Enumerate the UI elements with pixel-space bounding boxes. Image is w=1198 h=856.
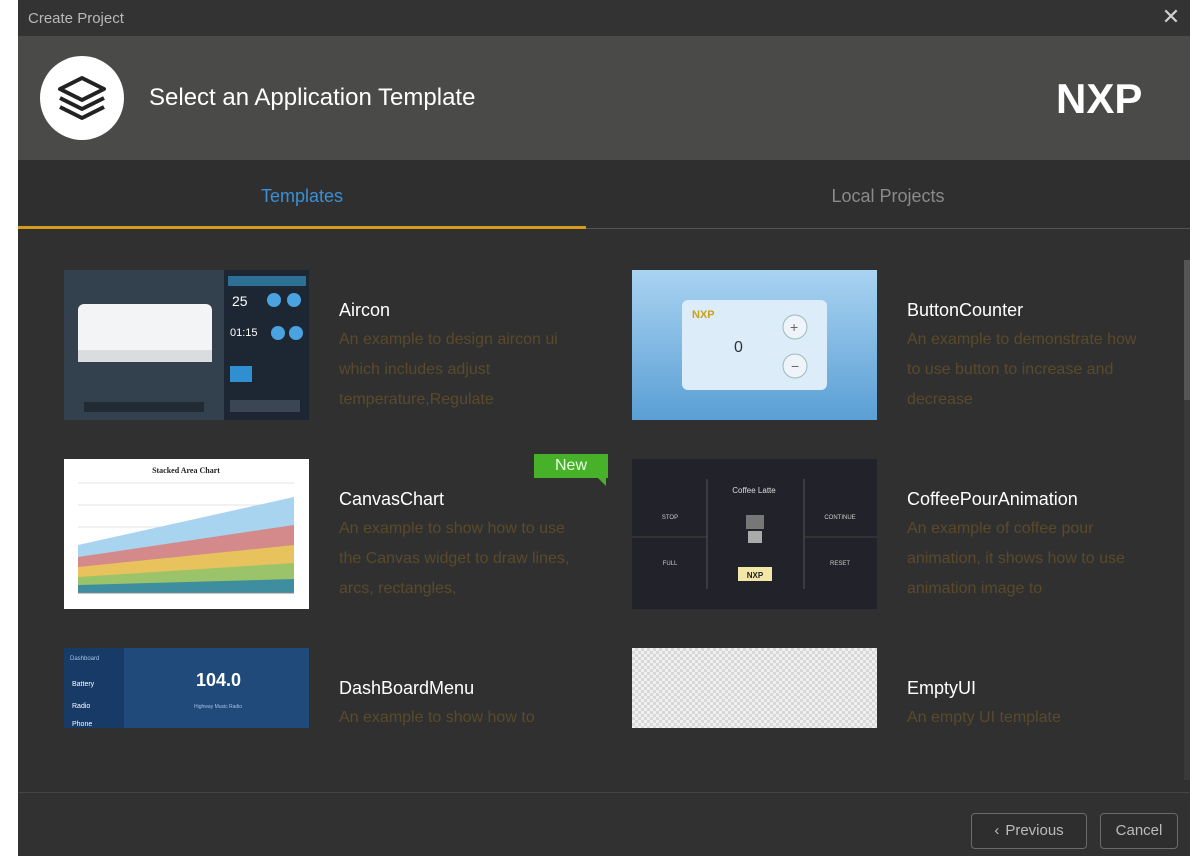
dialog-heading: Select an Application Template [149, 84, 476, 111]
vertical-scrollbar[interactable] [1184, 260, 1190, 780]
buttoncounter-thumbnail: NXP 0 + − [632, 270, 877, 420]
scrollbar-thumb[interactable] [1184, 260, 1190, 400]
canvaschart-thumbnail: Stacked Area Chart [64, 459, 309, 609]
nxp-logo: NXP [1056, 75, 1176, 125]
template-name: EmptyUI [907, 678, 977, 698]
close-icon[interactable]: ✕ [1158, 4, 1184, 30]
svg-text:Stacked Area Chart: Stacked Area Chart [152, 466, 220, 475]
previous-label: Previous [1005, 822, 1064, 839]
svg-text:Phone: Phone [72, 721, 92, 728]
svg-text:FULL: FULL [663, 561, 678, 567]
coffeepour-thumbnail: Coffee Latte STOP CONTINUE FULL RESET NX… [632, 459, 877, 609]
create-project-dialog: Create Project ✕ Select an Application T… [18, 0, 1190, 856]
dialog-header: Select an Application Template NXP [18, 36, 1190, 160]
svg-text:+: + [790, 319, 798, 335]
svg-text:01:15: 01:15 [230, 327, 258, 339]
dashboardmenu-thumbnail: Dashboard Battery Radio Phone 104.0 High… [64, 648, 309, 728]
chevron-left-icon: ‹ [994, 822, 1000, 839]
svg-text:Battery: Battery [72, 681, 95, 688]
svg-text:Dashboard: Dashboard [70, 656, 99, 662]
svg-text:NXP: NXP [1056, 76, 1142, 120]
template-description: An example of coffee pour animation, it … [907, 520, 1125, 597]
template-description: An empty UI template [907, 709, 1061, 726]
template-description: An example to design aircon ui which inc… [339, 331, 558, 408]
tab-templates[interactable]: Templates [18, 160, 586, 226]
template-name: DashBoardMenu [339, 678, 475, 698]
previous-button[interactable]: ‹ Previous [971, 813, 1087, 849]
aircon-thumbnail: 25 01:15 [64, 270, 309, 420]
new-badge: New [534, 454, 608, 486]
svg-text:−: − [791, 358, 799, 374]
template-description: An example to show how to use the Canvas… [339, 520, 570, 597]
svg-text:STOP: STOP [662, 515, 678, 521]
template-card-canvaschart[interactable]: Stacked Area Chart CanvasChart An exampl… [64, 459, 604, 619]
template-list: 25 01:15 Aircon An example to design air… [18, 230, 1190, 792]
template-name: CoffeePourAnimation [907, 489, 1078, 509]
svg-text:Coffee Latte: Coffee Latte [732, 486, 776, 495]
template-card-coffeepouranimation[interactable]: Coffee Latte STOP CONTINUE FULL RESET NX… [632, 459, 1172, 619]
svg-text:Highway Music Radio: Highway Music Radio [194, 704, 242, 710]
svg-text:25: 25 [232, 293, 248, 309]
svg-text:CONTINUE: CONTINUE [824, 515, 855, 521]
template-name: Aircon [339, 300, 391, 320]
template-description: An example to demonstrate how to use but… [907, 331, 1137, 408]
svg-text:NXP: NXP [747, 571, 764, 580]
template-card-dashboardmenu[interactable]: Dashboard Battery Radio Phone 104.0 High… [64, 648, 604, 808]
svg-text:NXP: NXP [692, 309, 715, 321]
template-card-emptyui[interactable]: EmptyUI An empty UI template [632, 648, 1172, 808]
svg-text:RESET: RESET [830, 561, 850, 567]
svg-text:Radio: Radio [72, 703, 90, 710]
template-name: ButtonCounter [907, 300, 1024, 320]
tab-local-projects[interactable]: Local Projects [604, 160, 1172, 226]
emptyui-thumbnail [632, 648, 877, 728]
cancel-button[interactable]: Cancel [1100, 813, 1178, 849]
svg-text:0: 0 [734, 339, 743, 356]
template-card-aircon[interactable]: 25 01:15 Aircon An example to design air… [64, 270, 604, 430]
template-card-buttoncounter[interactable]: NXP 0 + − ButtonCounter An example to de… [632, 270, 1172, 430]
layers-icon [40, 56, 124, 140]
tab-bar: Templates Local Projects [18, 160, 1190, 230]
svg-text:104.0: 104.0 [196, 670, 241, 690]
window-title: Create Project [28, 10, 124, 27]
dialog-footer: ‹ Previous Cancel [18, 792, 1190, 856]
title-bar: Create Project ✕ [18, 0, 1190, 36]
template-name: CanvasChart [339, 489, 445, 509]
template-description: An example to show how to [339, 709, 535, 726]
active-tab-indicator [18, 226, 586, 229]
